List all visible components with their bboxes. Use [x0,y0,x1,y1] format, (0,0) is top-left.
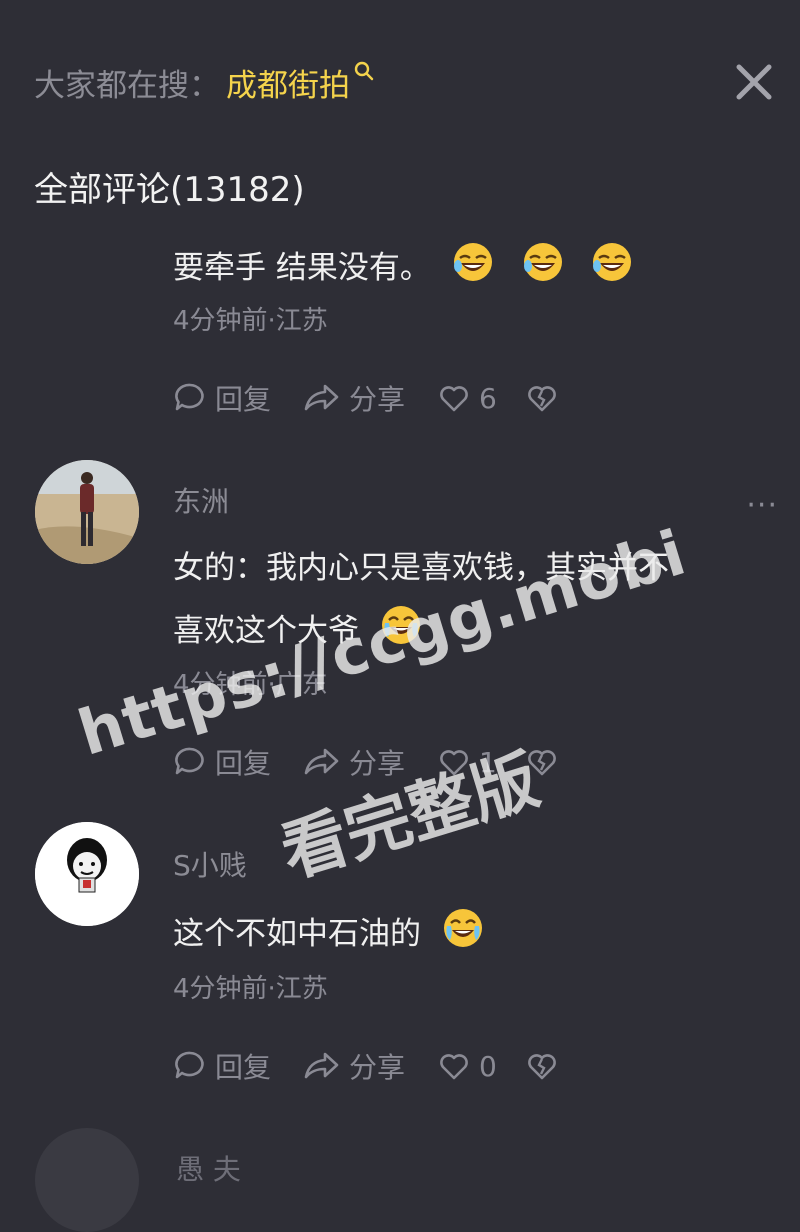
like-count: 6 [479,381,497,415]
dislike-button[interactable] [525,1050,567,1082]
share-button[interactable]: 分享 [303,378,405,418]
reply-button[interactable]: 回复 [173,378,271,418]
username[interactable]: S小贱 [173,844,247,884]
comment-actions: 回复 分享 0 [173,1044,599,1088]
share-icon [304,748,339,775]
username[interactable]: 愚 夫 [176,1148,241,1188]
more-options-icon[interactable]: ··· [746,488,778,523]
heart-icon [440,386,468,412]
share-button[interactable]: 分享 [303,1046,405,1086]
comment-actions: 回复 分享 6 [173,376,599,420]
reply-icon [175,747,204,775]
comments-title: 全部评论(13182) [34,170,305,210]
comment-meta: 4分钟前·江苏 [173,974,328,1004]
reply-button[interactable]: 回复 [173,1046,271,1086]
username[interactable]: 东洲 [173,480,229,520]
like-count: 0 [479,1049,497,1083]
like-button[interactable]: 6 [437,382,497,415]
search-icon[interactable] [354,53,374,89]
hot-search-term[interactable]: 成都街拍 [226,60,350,105]
comment-meta: 4分钟前·江苏 [173,306,328,336]
reply-button[interactable]: 回复 [173,742,271,782]
broken-heart-icon [528,1054,556,1080]
comment-text: 要牵手 结果没有。 [173,240,634,299]
rolling-laughing-emoji [590,240,634,299]
reply-icon [175,383,204,411]
share-icon [304,384,339,411]
reply-icon [175,1051,204,1079]
close-icon[interactable] [732,60,776,104]
comment-text: 这个不如中石油的 [173,906,485,965]
avatar[interactable] [35,460,139,564]
hot-search-prefix: 大家都在搜： [34,67,220,104]
rolling-laughing-emoji [521,240,565,299]
avatar[interactable] [35,1128,139,1232]
like-button[interactable]: 0 [437,1050,497,1083]
share-icon [304,1052,339,1079]
hot-search-bar[interactable]: 大家都在搜： 成都街拍 [34,58,374,106]
broken-heart-icon [528,386,556,412]
dislike-button[interactable] [525,382,567,414]
heart-icon [440,1054,468,1080]
crying-laughing-emoji [441,906,485,965]
rolling-laughing-emoji [451,240,495,299]
avatar[interactable] [35,822,139,926]
